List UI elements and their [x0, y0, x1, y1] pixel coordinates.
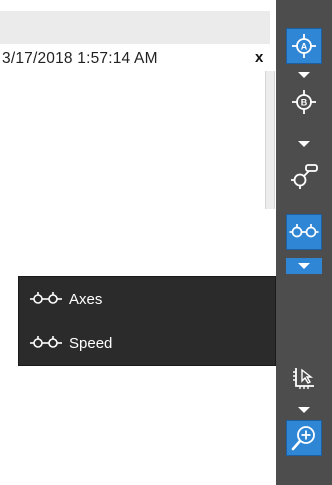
- probe-flag-icon: [291, 164, 318, 189]
- chevron-down-icon: [298, 72, 310, 78]
- scrollbar[interactable]: [263, 71, 276, 209]
- chevron-down-icon: [298, 407, 310, 413]
- timestamp: 3/17/2018 1:57:14 AM: [2, 50, 158, 67]
- probe-a-button[interactable]: A: [286, 28, 322, 64]
- speed-probe-icon: [30, 336, 62, 348]
- menu-item-axes[interactable]: Axes: [19, 277, 275, 321]
- menu-item-speed[interactable]: Speed: [19, 321, 275, 365]
- probe-b-dropdown[interactable]: [286, 136, 322, 152]
- menu-item-label: Axes: [69, 290, 103, 308]
- chevron-down-icon: [298, 141, 310, 147]
- svg-text:B: B: [301, 98, 308, 108]
- probe-a-icon: A: [292, 34, 316, 58]
- zoom-in-icon: [291, 426, 315, 451]
- chevron-down-icon: [298, 263, 310, 269]
- axes-probe-button[interactable]: [286, 214, 322, 250]
- axes-probe-dropdown[interactable]: [286, 258, 322, 274]
- scroll-thumb[interactable]: [265, 71, 275, 209]
- probe-b-icon: B: [292, 90, 316, 114]
- tab-strip: [0, 11, 270, 44]
- select-area-button[interactable]: [286, 360, 322, 396]
- close-button[interactable]: x: [255, 49, 263, 66]
- probe-b-button[interactable]: B: [286, 84, 322, 120]
- zoom-in-button[interactable]: [286, 420, 322, 456]
- menu-item-label: Speed: [69, 334, 113, 352]
- probe-a-dropdown[interactable]: [286, 67, 322, 83]
- axes-probe-icon: [30, 292, 62, 304]
- select-area-icon: [293, 368, 314, 389]
- axes-probe-icon: [289, 224, 319, 238]
- select-area-dropdown[interactable]: [286, 402, 322, 418]
- svg-text:A: A: [301, 42, 308, 52]
- probe-flag-button[interactable]: [286, 158, 322, 194]
- right-toolbar: A B: [276, 0, 332, 485]
- probe-type-menu: Axes Speed: [18, 276, 276, 366]
